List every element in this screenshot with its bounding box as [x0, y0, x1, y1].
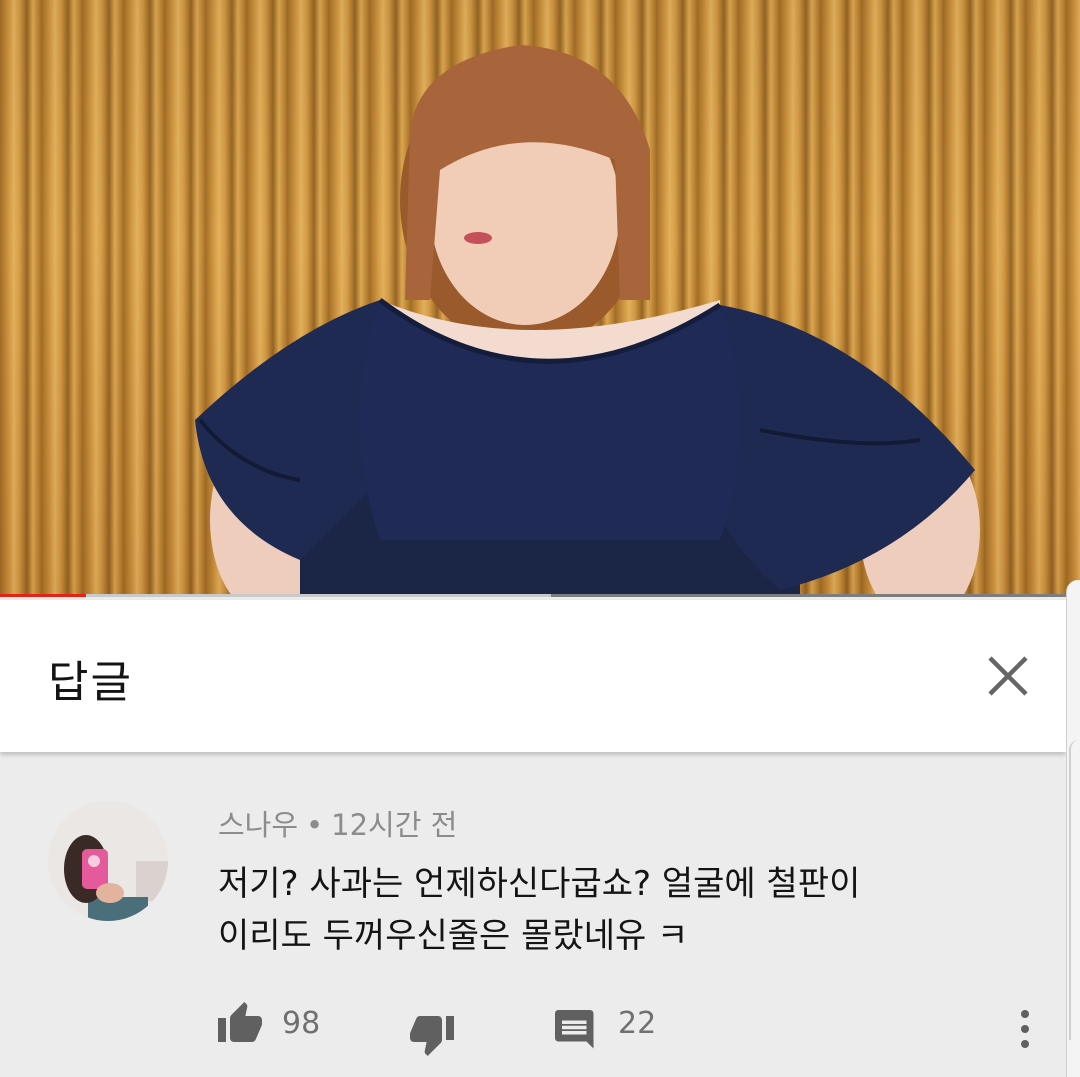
scrollbar-thumb[interactable]: [1069, 740, 1080, 1040]
comment-meta: 스나우 • 12시간 전: [218, 802, 457, 844]
more-vertical-icon: [1021, 1010, 1029, 1048]
more-options-button[interactable]: [1010, 1005, 1040, 1053]
comment-line: 저기? 사과는 언제하신다굽쇼? 얼굴에 철판이: [218, 864, 861, 904]
panel-title: 답글: [48, 657, 133, 708]
like-button[interactable]: [216, 1000, 264, 1044]
dislike-button[interactable]: [408, 1014, 456, 1058]
video-progress-bar[interactable]: [0, 594, 1080, 597]
replies-panel: 답글 스나우 • 12시간 전 저기? 사과는 언제하신다굽쇼? 얼굴에 철판이 이…: [0, 600, 1066, 1077]
thumbs-up-icon: [218, 1002, 262, 1042]
video-frame-image: [195, 45, 980, 597]
avatar[interactable]: [48, 801, 168, 921]
like-count: 98: [282, 1006, 321, 1041]
replies-header: 답글: [0, 600, 1066, 752]
comment-icon: [555, 1010, 594, 1049]
edge-scrollbar[interactable]: [1066, 580, 1080, 1077]
avatar-image: [48, 801, 168, 921]
comment-body: 저기? 사과는 언제하신다굽쇼? 얼굴에 철판이 이리도 두꺼우신줄은 몰랐네유…: [218, 858, 1018, 962]
close-icon: [988, 656, 1028, 696]
thumbs-down-icon: [410, 1016, 454, 1056]
author-name[interactable]: 스나우: [218, 808, 298, 842]
meta-separator: •: [306, 808, 324, 842]
comment-time: 12시간 전: [331, 808, 458, 842]
comment-line: 이리도 두꺼우신줄은 몰랐네유 ㅋ: [218, 916, 689, 956]
close-button[interactable]: [980, 648, 1036, 704]
progress-played: [0, 594, 86, 597]
reply-count: 22: [618, 1006, 657, 1041]
reply-button[interactable]: [555, 1010, 597, 1052]
video-player[interactable]: [0, 0, 1080, 597]
